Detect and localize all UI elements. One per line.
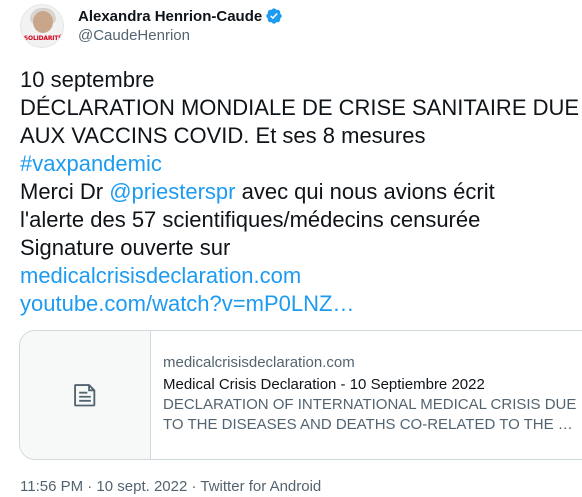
- handle[interactable]: @CaudeHenrion: [78, 27, 283, 44]
- tweet-header: SOLIDARITÉ Alexandra Henrion-Caude @Caud…: [20, 4, 283, 48]
- card-thumbnail: [20, 331, 151, 459]
- display-name-row: Alexandra Henrion-Caude: [78, 6, 283, 26]
- thanks-suffix: avec qui nous avions écrit: [235, 179, 495, 204]
- tweet: SOLIDARITÉ Alexandra Henrion-Caude @Caud…: [0, 0, 582, 495]
- tweet-signature-line: Signature ouverte sur: [20, 235, 231, 260]
- tweet-text: 10 septembre DÉCLARATION MONDIALE DE CRI…: [20, 66, 580, 318]
- document-icon: [74, 384, 96, 407]
- url-link-youtube[interactable]: youtube.com/watch?v=mP0LNZ…: [20, 291, 354, 316]
- avatar[interactable]: SOLIDARITÉ: [20, 4, 64, 48]
- card-description-line1: DECLARATION OF INTERNATIONAL MEDICAL CRI…: [163, 396, 577, 413]
- url-link-declaration[interactable]: medicalcrisisdeclaration.com: [20, 263, 301, 288]
- tweet-date-line: 10 septembre: [20, 67, 155, 92]
- tweet-headline-line2: AUX VACCINS COVID. Et ses 8 mesures: [20, 123, 426, 148]
- display-name[interactable]: Alexandra Henrion-Caude: [78, 8, 262, 25]
- tweet-alert-line: l'alerte des 57 scientifiques/médecins c…: [20, 207, 481, 232]
- tweet-headline-line1: DÉCLARATION MONDIALE DE CRISE SANITAIRE …: [20, 95, 580, 120]
- card-domain: medicalcrisisdeclaration.com: [163, 354, 355, 371]
- mention-link[interactable]: @priesterspr: [109, 179, 235, 204]
- author-names: Alexandra Henrion-Caude @CaudeHenrion: [78, 6, 283, 44]
- avatar-face: [33, 11, 53, 33]
- card-description-line2: TO THE DISEASES AND DEATHS CO-RELATED TO…: [163, 416, 573, 433]
- link-preview-card[interactable]: medicalcrisisdeclaration.com Medical Cri…: [19, 330, 582, 460]
- tweet-timestamp[interactable]: 11:56 PM · 10 sept. 2022 · Twitter for A…: [20, 477, 321, 497]
- tweet-thanks-line: Merci Dr @priesterspr avec qui nous avio…: [20, 178, 580, 206]
- card-content: medicalcrisisdeclaration.com Medical Cri…: [151, 331, 576, 459]
- verified-badge-icon: [266, 8, 282, 24]
- hashtag-link[interactable]: #vaxpandemic: [20, 151, 162, 176]
- avatar-badge-text: SOLIDARITÉ: [23, 35, 63, 42]
- thanks-prefix: Merci Dr: [20, 179, 110, 204]
- card-title: Medical Crisis Declaration - 10 Septiemb…: [163, 376, 485, 393]
